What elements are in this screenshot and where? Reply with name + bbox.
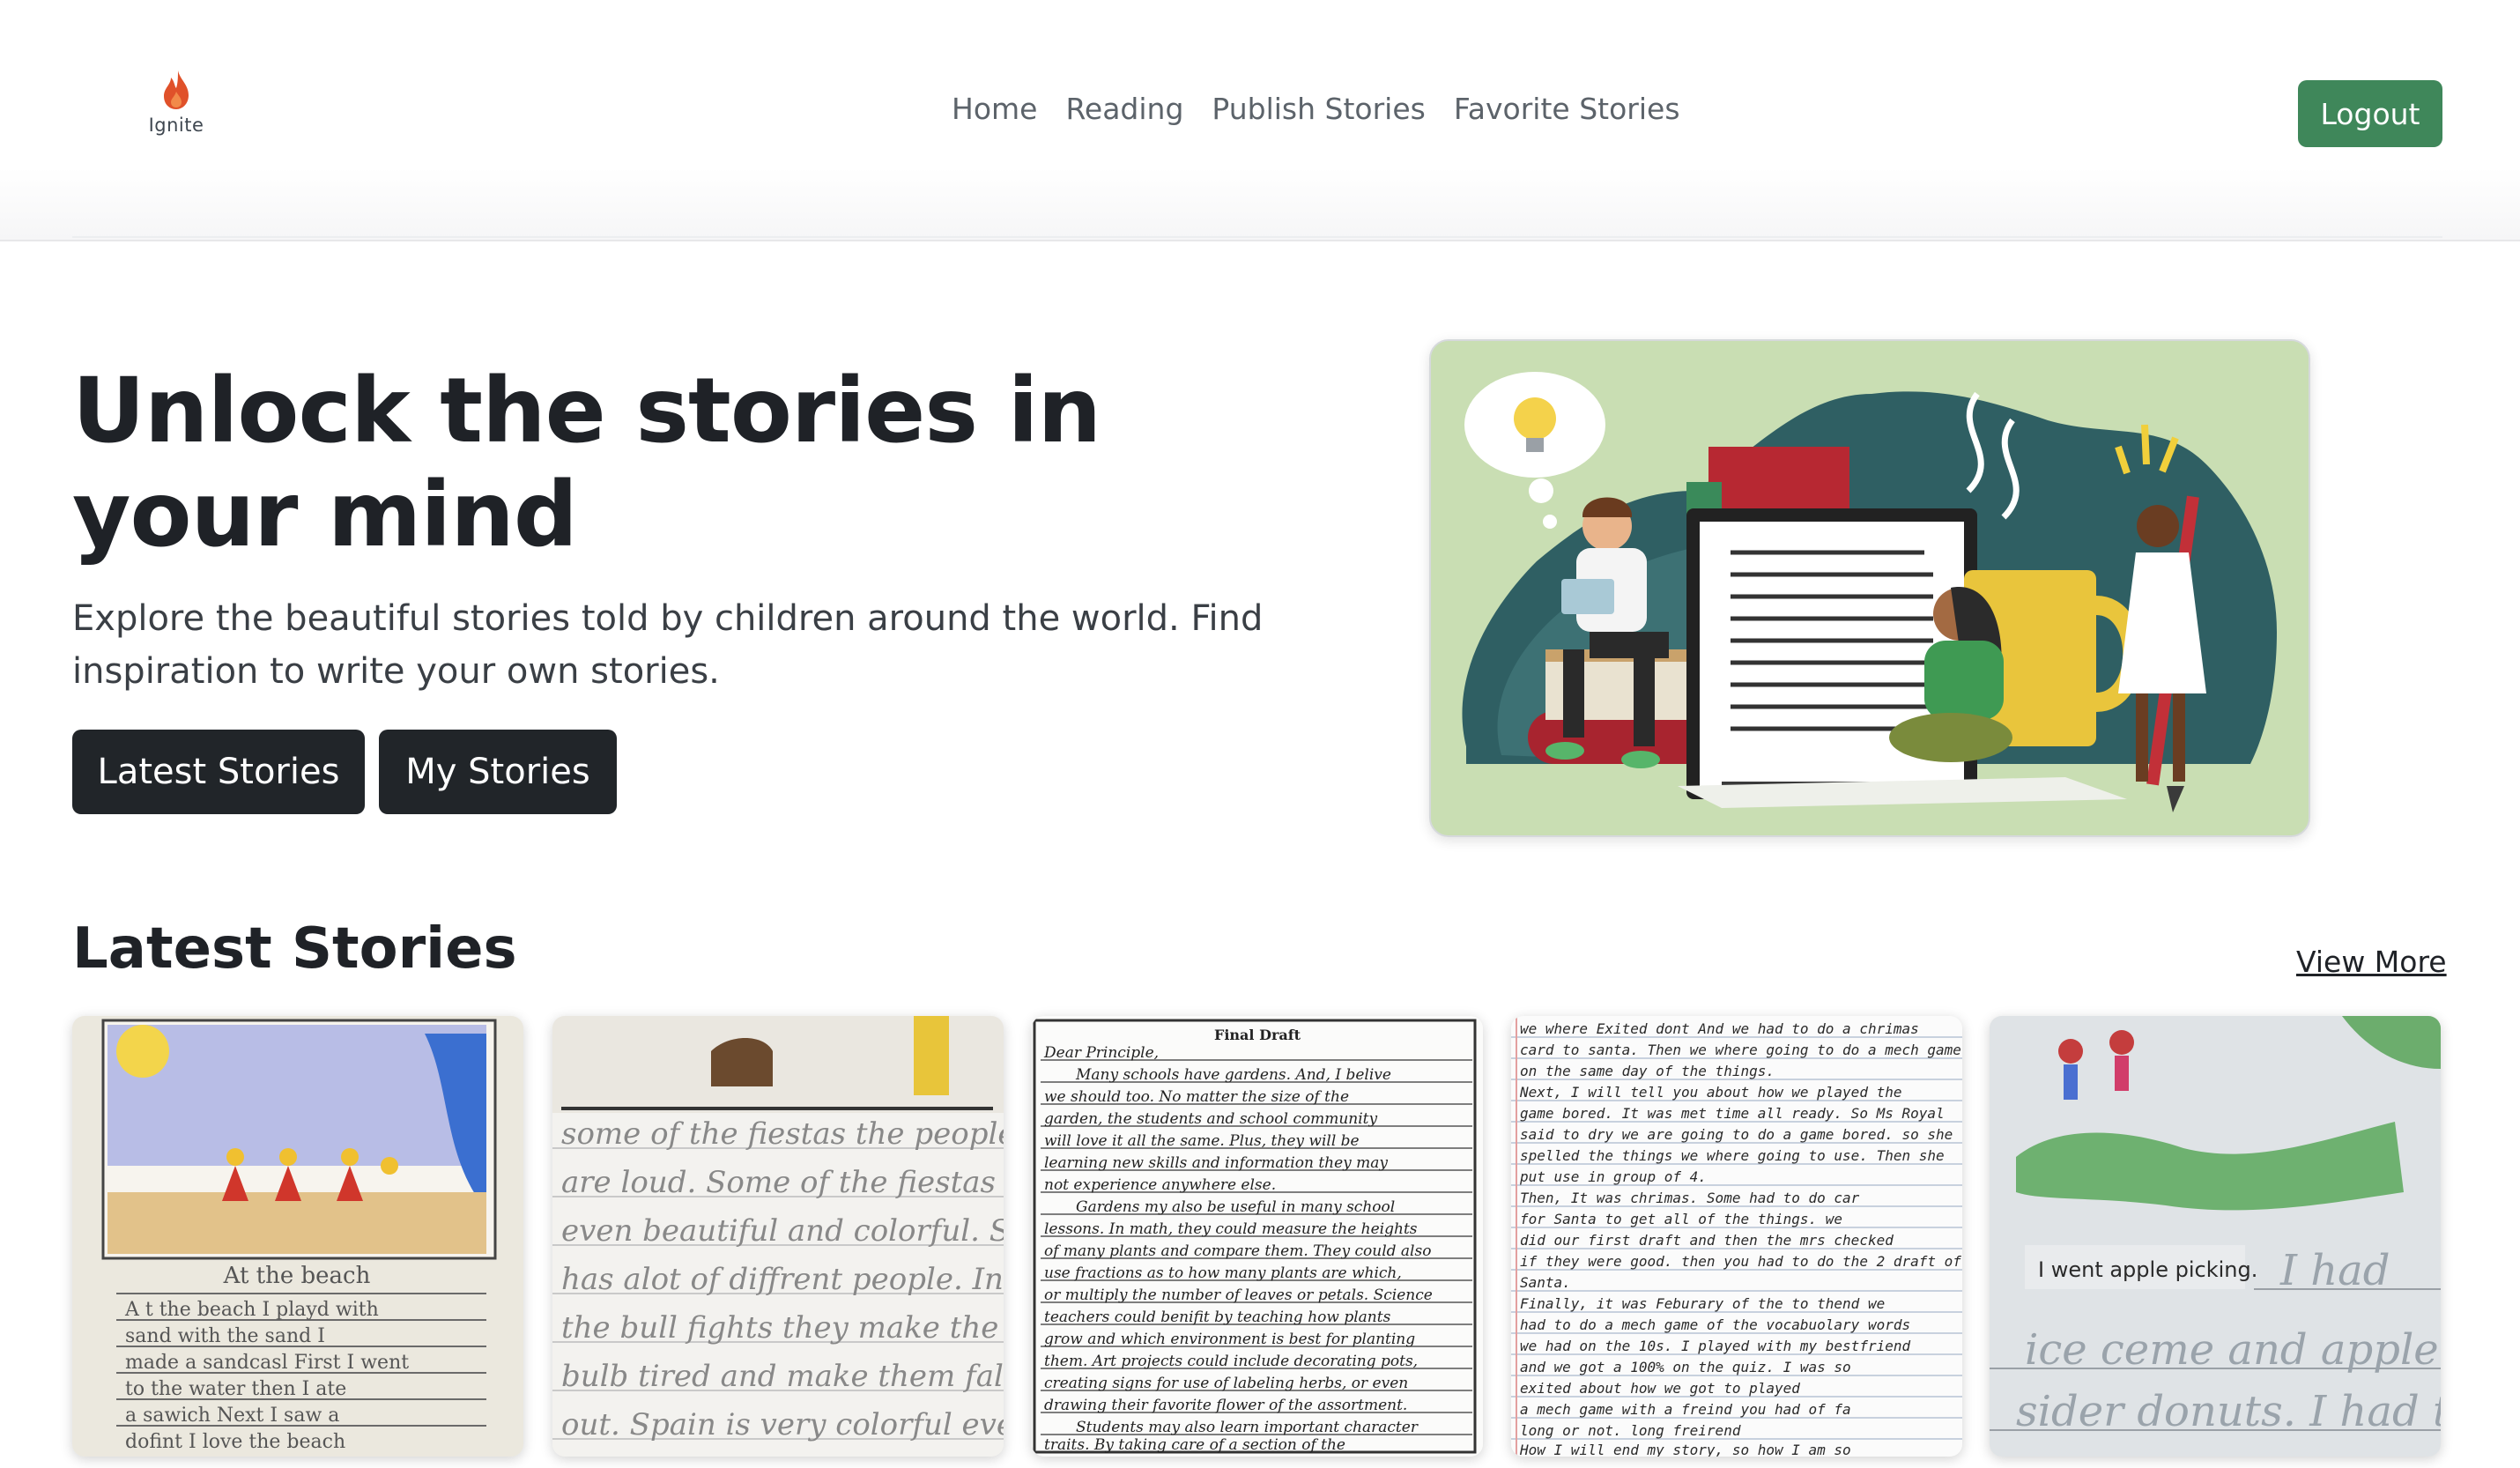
- svg-text:will love it all the same. Plu: will love it all the same. Plus, they wi…: [1044, 1132, 1360, 1150]
- latest-stories-button[interactable]: Latest Stories: [72, 730, 365, 814]
- nav-home[interactable]: Home: [952, 92, 1037, 126]
- svg-text:learning new skills and inform: learning new skills and information they…: [1044, 1154, 1388, 1172]
- svg-text:if they were good. then you ha: if they were good. then you had to do th…: [1520, 1253, 1961, 1270]
- svg-text:drawing their favorite flower: drawing their favorite flower of the ass…: [1044, 1397, 1407, 1414]
- svg-text:made a sandcasl First I w: made a sandcasl First I went: [125, 1352, 409, 1374]
- svg-text:to the water then I ate: to the water then I ate: [125, 1378, 346, 1400]
- hero-subtitle: Explore the beautiful stories told by ch…: [72, 598, 1264, 692]
- svg-text:of many plants and compare the: of many plants and compare them. They co…: [1044, 1242, 1431, 1260]
- story-card-2[interactable]: some of the fiestas the people are loud.…: [552, 1016, 1004, 1457]
- svg-text:bulb tired and make them fall: bulb tired and make them fall: [561, 1359, 1004, 1394]
- svg-text:Students may also learn import: Students may also learn important charac…: [1076, 1419, 1419, 1436]
- svg-text:a mech game with a freind you: a mech game with a freind you had of fa: [1520, 1401, 1851, 1418]
- svg-text:said to dry we are going to do: said to dry we are going to do a game bo…: [1520, 1126, 1953, 1143]
- svg-text:lessons. In math, they could m: lessons. In math, they could measure the…: [1044, 1220, 1418, 1238]
- svg-text:the bull fights they make the: the bull fights they make the: [561, 1310, 998, 1346]
- svg-text:grow and which environment is: grow and which environment is best for p…: [1044, 1331, 1415, 1348]
- svg-text:use fractions as to how many p: use fractions as to how many plants are …: [1044, 1264, 1402, 1282]
- svg-text:some of the fiestas the people: some of the fiestas the people: [561, 1116, 1004, 1152]
- nav-favorite-stories[interactable]: Favorite Stories: [1454, 92, 1680, 126]
- card-5-title: I went apple picking.: [2038, 1257, 2257, 1282]
- svg-text:dofint I love the beach: dofint I love the beach: [125, 1431, 345, 1453]
- svg-text:garden, the students and schoo: garden, the students and school communit…: [1044, 1110, 1377, 1128]
- story-card-3[interactable]: Final Draft Dear Principle, Many schools…: [1032, 1016, 1483, 1457]
- svg-text:for Santa to get all of the th: for Santa to get all of the things. we: [1520, 1211, 1842, 1227]
- svg-text:card to santa. Then we where g: card to santa. Then we where going to do…: [1520, 1042, 1961, 1058]
- svg-text:Santa.: Santa.: [1520, 1274, 1571, 1291]
- svg-text:traits. By taking care of a se: traits. By taking care of a section of t…: [1044, 1436, 1345, 1454]
- svg-text:had to do a mech game of the v: had to do a mech game of the vocabuolary…: [1520, 1316, 1910, 1333]
- svg-text:a sawich Next I saw a: a sawich Next I saw a: [125, 1405, 339, 1427]
- header-bottom-border: [0, 240, 2520, 241]
- logo-link[interactable]: Ignite: [148, 69, 204, 145]
- svg-text:out. Spain is very colorful ev: out. Spain is very colorful even: [561, 1407, 1004, 1442]
- hero-illustration: [1429, 339, 2310, 837]
- svg-text:did our first draft and then t: did our first draft and then the mrs che…: [1520, 1232, 1894, 1249]
- svg-text:even beautiful and colorful. S: even beautiful and colorful. Spain: [561, 1213, 1004, 1249]
- svg-text:sider donuts. I had the: sider donuts. I had the: [2016, 1387, 2441, 1436]
- my-stories-button[interactable]: My Stories: [379, 730, 617, 814]
- svg-text:we should too. No matter the s: we should too. No matter the size of the: [1044, 1088, 1349, 1106]
- logo-text: Ignite: [148, 115, 204, 136]
- logout-button[interactable]: Logout: [2298, 80, 2442, 147]
- svg-text:put use in group of 4.: put use in group of 4.: [1519, 1168, 1707, 1185]
- card-3-title: Final Draft: [1214, 1027, 1301, 1043]
- svg-text:Dear Principle,: Dear Principle,: [1043, 1044, 1159, 1062]
- svg-text:Gardens my also be useful in m: Gardens my also be useful in many school: [1076, 1198, 1395, 1216]
- svg-text:we had on the 10s. I played wi: we had on the 10s. I played with my best…: [1520, 1338, 1910, 1354]
- svg-text:long or not. long freirend: long or not. long freirend: [1520, 1422, 1741, 1439]
- story-thumbnail: I went apple picking. I had ice ceme and…: [1990, 1016, 2441, 1457]
- svg-text:Finally, it was Feburary of th: Finally, it was Feburary of the to thend…: [1520, 1295, 1885, 1312]
- svg-text:How I will end my story, so ho: How I will end my story, so how I am so: [1519, 1442, 1851, 1457]
- svg-text:teachers could benifit by teac: teachers could benifit by teaching how p…: [1044, 1309, 1391, 1326]
- flame-icon: [164, 70, 189, 109]
- story-card-1[interactable]: At the beach A t the beach I playd with …: [72, 1016, 523, 1457]
- svg-text:ice ceme and apple: ice ceme and apple: [2025, 1325, 2439, 1375]
- svg-text:sand with the sand I: sand with the sand I: [125, 1325, 325, 1347]
- header-divider: [72, 236, 2442, 238]
- latest-stories-heading: Latest Stories: [72, 916, 517, 982]
- svg-text:Many schools have gardens. And: Many schools have gardens. And, I belive: [1075, 1066, 1391, 1084]
- story-card-5[interactable]: I went apple picking. I had ice ceme and…: [1990, 1016, 2441, 1457]
- svg-text:are loud. Some of the fiestas: are loud. Some of the fiestas are: [561, 1165, 1004, 1200]
- svg-text:creating signs for use of labe: creating signs for use of labeling herbs…: [1044, 1375, 1408, 1392]
- svg-text:game bored. It was met time al: game bored. It was met time all ready. S…: [1520, 1105, 1945, 1122]
- svg-text:spelled the things we where go: spelled the things we where going to use…: [1520, 1147, 1945, 1164]
- main-nav: Home Reading Publish Stories Favorite St…: [952, 92, 1680, 126]
- svg-text:Then, It was chrimas. Some had: Then, It was chrimas. Some had to do car: [1520, 1190, 1860, 1206]
- svg-text:on the same day of the things.: on the same day of the things.: [1520, 1063, 1775, 1079]
- card-1-title: At the beach: [223, 1263, 371, 1289]
- view-more-link[interactable]: View More: [2296, 945, 2447, 979]
- svg-text:has alot of diffrent people. I: has alot of diffrent people. In: [561, 1262, 1004, 1297]
- svg-text:not experience anywhere else.: not experience anywhere else.: [1044, 1176, 1276, 1194]
- story-thumbnail: At the beach A t the beach I playd with …: [72, 1016, 523, 1457]
- svg-text:I had: I had: [2279, 1246, 2390, 1295]
- nav-publish-stories[interactable]: Publish Stories: [1212, 92, 1425, 126]
- story-thumbnail: we where Exited dont And we had to do a …: [1511, 1016, 1962, 1457]
- svg-text:Next, I will tell you about ho: Next, I will tell you about how we playe…: [1519, 1084, 1901, 1101]
- svg-text:and we got a 100% on the quiz.: and we got a 100% on the quiz. I was so: [1520, 1359, 1851, 1375]
- hero-title: Unlock the stories in your mind: [72, 359, 1101, 567]
- svg-text:them. Art projects could inclu: them. Art projects could include decorat…: [1044, 1353, 1418, 1370]
- svg-text:or multiply the number of leav: or multiply the number of leaves or peta…: [1044, 1286, 1433, 1304]
- svg-text:exited about how we got to pla: exited about how we got to played: [1520, 1380, 1800, 1397]
- story-thumbnail: Final Draft Dear Principle, Many schools…: [1032, 1016, 1483, 1457]
- story-card-4[interactable]: we where Exited dont And we had to do a …: [1511, 1016, 1962, 1457]
- svg-text:we where Exited dont And we ha: we where Exited dont And we had to do a …: [1520, 1020, 1919, 1037]
- svg-text:A t the beach I playd wit: A t the beach I playd with: [124, 1299, 379, 1321]
- story-thumbnail: some of the fiestas the people are loud.…: [552, 1016, 1004, 1457]
- nav-reading[interactable]: Reading: [1065, 92, 1183, 126]
